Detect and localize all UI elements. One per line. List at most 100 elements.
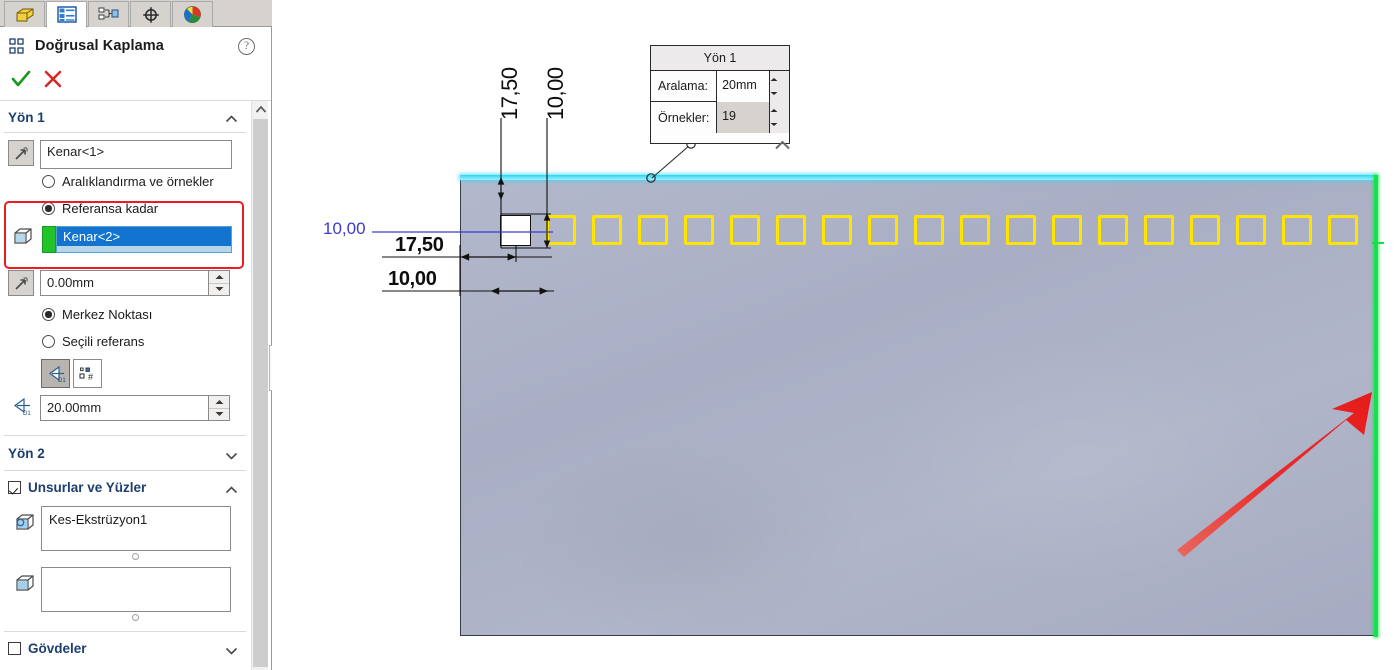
stepper-up-icon[interactable] — [770, 102, 789, 116]
dimxpert-tab[interactable] — [130, 1, 171, 27]
linear-pattern-icon — [9, 37, 24, 54]
scroll-up-button[interactable] — [252, 101, 269, 118]
pattern-instance[interactable] — [776, 215, 806, 245]
pattern-instance[interactable] — [1006, 215, 1036, 245]
features-tab[interactable] — [4, 1, 45, 27]
panel-header: Doğrusal Kaplama — [0, 28, 271, 64]
pattern-instance[interactable] — [914, 215, 944, 245]
features-list-field[interactable]: Kes-Ekstrüzyon1 — [41, 506, 231, 551]
offset-arrow-icon[interactable] — [8, 270, 34, 296]
manager-tab-strip — [0, 0, 272, 28]
direction-1-callout[interactable]: Yön 1 Aralama: 20mm Örnekler: 19 — [650, 45, 790, 144]
stepper-up-icon[interactable] — [770, 71, 789, 85]
refpoint-selected-row: Seçili referans — [0, 331, 250, 358]
pattern-instance[interactable] — [1282, 215, 1312, 245]
dim-blue-10-00[interactable]: 10,00 — [323, 219, 366, 239]
svg-text:D1: D1 — [23, 411, 31, 416]
seed-feature-instance[interactable] — [500, 215, 531, 246]
svg-text:D1: D1 — [58, 378, 66, 383]
dim-horizontal-10-00[interactable]: 10,00 — [388, 268, 437, 291]
callout-spacing-label: Aralama: — [658, 79, 709, 93]
offset-stepper[interactable] — [208, 271, 229, 295]
crosshair-icon — [142, 6, 159, 23]
configuration-manager-tab[interactable] — [88, 1, 129, 27]
dim-horizontal-17-50[interactable]: 17,50 — [395, 234, 444, 257]
blue-list-icon — [56, 6, 77, 23]
reference-face-icon — [12, 226, 34, 253]
pattern-instance[interactable] — [1098, 215, 1128, 245]
dim-vertical-17-50[interactable]: 17,50 — [497, 67, 523, 120]
d1-spacing-icon: D1 — [48, 365, 66, 383]
ok-button[interactable] — [10, 68, 32, 90]
graphics-viewport[interactable]: 17,50 10,00 10,00 17,50 10,00 Yön 1 Aral… — [272, 0, 1397, 670]
stepper-down-icon[interactable] — [770, 85, 789, 99]
chevron-up-icon[interactable] — [225, 111, 238, 123]
pattern-instance[interactable] — [730, 215, 760, 245]
pattern-instance[interactable] — [1236, 215, 1266, 245]
bodies-checkbox[interactable] — [8, 641, 21, 655]
reference-edge-marker — [1372, 242, 1384, 244]
refpoint-center-row: Merkez Noktası — [0, 304, 250, 331]
radio-up-to-reference[interactable]: Referansa kadar — [42, 201, 158, 216]
pattern-instance[interactable] — [592, 215, 622, 245]
spacing-mode-button[interactable]: D1 — [41, 359, 70, 388]
app-window: Doğrusal Kaplama ? Yön 1 Kenar<1> Aralık… — [0, 0, 1397, 670]
chevron-down-icon[interactable] — [225, 643, 238, 655]
pattern-instance[interactable] — [684, 215, 714, 245]
pattern-instance[interactable] — [546, 215, 576, 245]
stepper-down-icon[interactable] — [209, 284, 229, 296]
help-icon[interactable]: ? — [238, 38, 255, 55]
section-bodies-label: Gövdeler — [28, 640, 87, 656]
callout-collapse-chevron[interactable] — [774, 139, 791, 152]
selected-edge-top[interactable] — [460, 175, 1376, 180]
pattern-mode-toggle-row: D1 # — [0, 358, 250, 392]
callout-instances-label: Örnekler: — [658, 110, 710, 125]
pattern-instance[interactable] — [868, 215, 898, 245]
stepper-down-icon[interactable] — [770, 116, 789, 130]
faces-list-field[interactable] — [41, 567, 231, 612]
reference-entity-field[interactable]: Kenar<2> — [56, 226, 232, 253]
pattern-instance[interactable] — [1144, 215, 1174, 245]
section-direction-1[interactable]: Yön 1 — [0, 101, 250, 133]
resize-handle[interactable] — [132, 614, 139, 621]
cancel-button[interactable] — [42, 68, 64, 90]
display-manager-tab[interactable] — [172, 1, 213, 27]
dim-vertical-10-00[interactable]: 10,00 — [543, 67, 569, 120]
pattern-instance[interactable] — [1190, 215, 1220, 245]
spacing-field[interactable]: 20mm — [716, 70, 789, 102]
stepper-up-icon[interactable] — [209, 271, 229, 284]
scrollbar-thumb[interactable] — [253, 119, 268, 667]
pattern-instance[interactable] — [1052, 215, 1082, 245]
instances-field[interactable]: 19 — [716, 102, 789, 133]
instance-count-mode-button[interactable]: # — [73, 359, 102, 388]
pattern-instance[interactable] — [638, 215, 668, 245]
spacing-stepper[interactable] — [208, 396, 229, 420]
section-features-faces[interactable]: Unsurlar ve Yüzler — [0, 471, 250, 503]
resize-handle[interactable] — [132, 553, 139, 560]
radio-spacing-instances[interactable]: Aralıklandırma ve örnekler — [42, 174, 214, 189]
offset-value-field[interactable]: 0.00mm — [40, 270, 230, 296]
instances-field-stepper[interactable] — [769, 102, 789, 133]
stepper-down-icon[interactable] — [209, 409, 229, 421]
features-faces-checkbox[interactable] — [8, 480, 21, 494]
spacing-value-field[interactable]: 20.00mm — [40, 395, 230, 421]
reference-edge-right[interactable] — [1374, 175, 1378, 637]
chevron-down-icon[interactable] — [225, 448, 238, 460]
radio-center-point[interactable]: Merkez Noktası — [42, 307, 152, 322]
pattern-instance[interactable] — [822, 215, 852, 245]
direction-reference-field[interactable]: Kenar<1> — [40, 140, 232, 169]
pattern-instance[interactable] — [960, 215, 990, 245]
property-manager-tab[interactable] — [46, 1, 87, 28]
section-direction-2[interactable]: Yön 2 — [0, 436, 250, 470]
chevron-up-icon[interactable] — [225, 482, 238, 494]
section-direction-1-label: Yön 1 — [8, 109, 45, 125]
panel-scrollbar[interactable] — [251, 101, 268, 670]
stepper-up-icon[interactable] — [209, 396, 229, 409]
pattern-instance[interactable] — [1328, 215, 1358, 245]
section-bodies[interactable]: Gövdeler — [0, 632, 250, 664]
direction-arrow-icon[interactable] — [8, 140, 34, 166]
spacing-field-stepper[interactable] — [769, 70, 789, 102]
check-icon — [11, 70, 31, 87]
config-icon — [98, 7, 119, 20]
radio-selected-reference[interactable]: Seçili referans — [42, 334, 144, 349]
